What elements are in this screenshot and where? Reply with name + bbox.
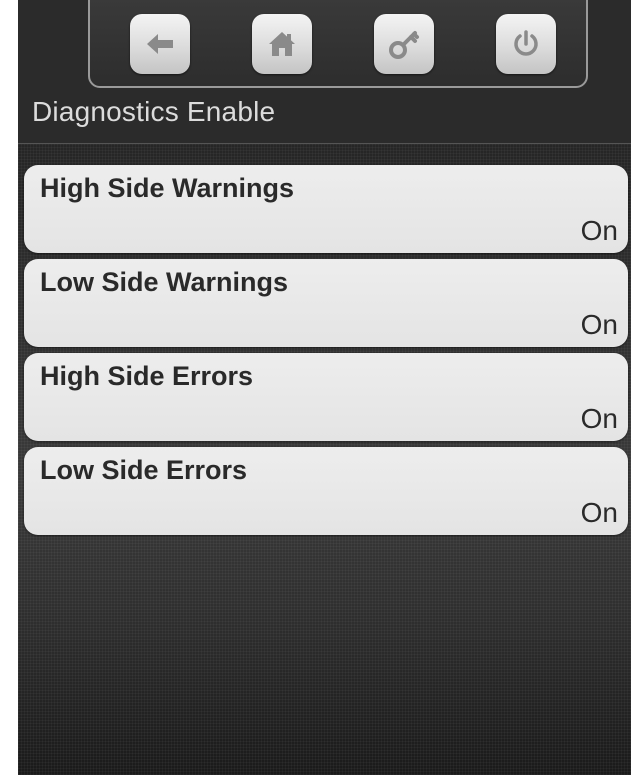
item-value: On bbox=[580, 497, 618, 528]
title-divider bbox=[18, 143, 631, 144]
settings-list: High Side Warnings On Low Side Warnings … bbox=[24, 165, 628, 541]
back-arrow-icon bbox=[147, 34, 173, 54]
power-button[interactable] bbox=[496, 14, 556, 74]
list-item-high-side-errors[interactable]: High Side Errors On bbox=[24, 353, 628, 441]
screen: Diagnostics Enable High Side Warnings On… bbox=[18, 0, 631, 775]
home-icon bbox=[269, 32, 295, 56]
item-label: Low Side Warnings bbox=[40, 267, 289, 297]
key-icon bbox=[389, 31, 419, 59]
page-title: Diagnostics Enable bbox=[32, 96, 276, 127]
nav-bar bbox=[88, 0, 588, 88]
item-value: On bbox=[580, 309, 618, 340]
item-label: Low Side Errors bbox=[40, 455, 248, 485]
item-label: High Side Warnings bbox=[40, 173, 295, 203]
list-item-low-side-warnings[interactable]: Low Side Warnings On bbox=[24, 259, 628, 347]
list-item-high-side-warnings[interactable]: High Side Warnings On bbox=[24, 165, 628, 253]
list-item-low-side-errors[interactable]: Low Side Errors On bbox=[24, 447, 628, 535]
power-icon bbox=[514, 30, 538, 56]
item-label: High Side Errors bbox=[40, 361, 254, 391]
header: Diagnostics Enable bbox=[18, 0, 631, 144]
item-value: On bbox=[580, 403, 618, 434]
item-value: On bbox=[580, 215, 618, 246]
key-button[interactable] bbox=[374, 14, 434, 74]
back-button[interactable] bbox=[130, 14, 190, 74]
home-button[interactable] bbox=[252, 14, 312, 74]
